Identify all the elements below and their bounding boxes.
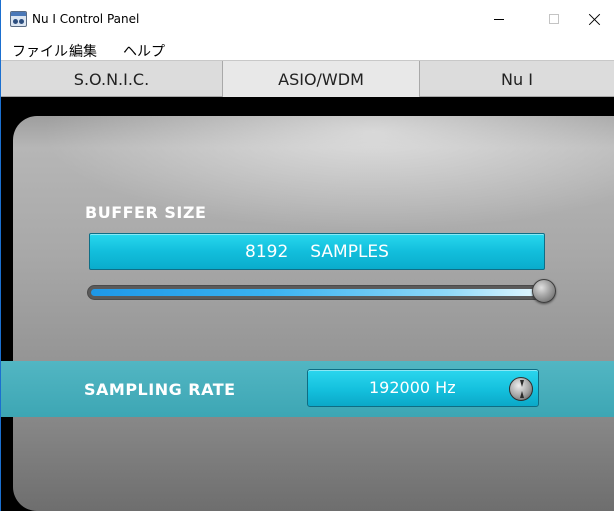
slider-thumb[interactable] [532,279,556,303]
dial-notch-top [520,380,524,387]
minimize-icon [494,18,504,20]
menu-bar: ファイル 編集 ヘルプ [1,38,614,60]
mixer-icon [10,11,27,27]
tab-nu-i[interactable]: Nu I [420,61,614,97]
minimize-button[interactable] [476,0,522,38]
dial-icon[interactable] [509,377,533,401]
maximize-icon [549,14,559,24]
dial-notch-bottom [520,391,524,398]
close-icon [589,13,601,25]
buffer-size-unit: SAMPLES [310,241,389,262]
mixer-icon-knob [19,19,24,24]
tab-asio-wdm-label: ASIO/WDM [278,69,364,89]
slider-fill [91,289,535,296]
sampling-rate-select[interactable]: 192000 Hz [307,369,539,407]
control-panel-window: Nu I Control Panel ファイル 編集 ヘルプ S.O.N.I.C… [0,0,614,511]
content-area [1,97,614,511]
tab-nu-i-label: Nu I [501,69,533,89]
sampling-rate-value: 192000 Hz [369,378,456,397]
menu-edit[interactable]: 編集 [69,41,97,61]
settings-panel [13,116,614,511]
buffer-size-label: BUFFER SIZE [85,203,207,222]
buffer-size-slider[interactable] [87,285,549,300]
menu-help[interactable]: ヘルプ [123,41,165,61]
sampling-rate-label: SAMPLING RATE [84,380,236,399]
buffer-size-value: 8192 [245,241,289,262]
mixer-icon-knob [13,19,18,24]
window-title: Nu I Control Panel [32,12,140,26]
mixer-icon-bar [11,12,26,16]
title-bar: Nu I Control Panel [1,0,614,38]
close-button[interactable] [575,0,614,38]
tab-sonic[interactable]: S.O.N.I.C. [1,61,223,97]
maximize-button[interactable] [531,0,577,38]
menu-file[interactable]: ファイル [12,41,68,61]
buffer-size-display: 8192 SAMPLES [89,233,545,270]
tab-sonic-label: S.O.N.I.C. [73,69,150,89]
tab-bar: S.O.N.I.C. ASIO/WDM Nu I [1,60,614,97]
tab-asio-wdm[interactable]: ASIO/WDM [223,61,420,97]
